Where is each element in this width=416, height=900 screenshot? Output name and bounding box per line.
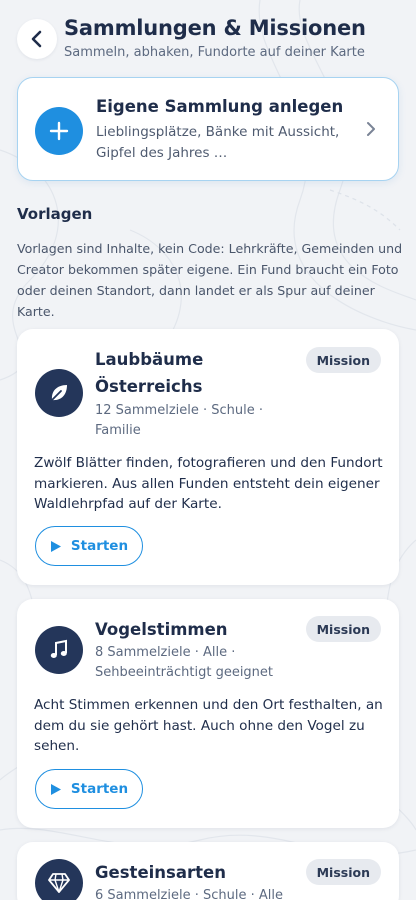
template-meta: 12 Sammelziele · Schule · Familie <box>95 403 264 438</box>
template-meta: 8 Sammelziele · Alle · Sehbeeinträchtigt… <box>95 645 274 680</box>
create-collection-description: Lieblingsplätze, Bänke mit Aussicht, Gip… <box>96 124 340 161</box>
back-button[interactable] <box>17 19 57 59</box>
plus-icon <box>35 107 83 155</box>
template-card[interactable]: Gesteinsarten 6 Sammelziele · Schule · A… <box>17 842 399 900</box>
template-card[interactable]: Vogelstimmen 8 Sammelziele · Alle · Sehb… <box>17 599 399 828</box>
chevron-left-icon <box>31 30 42 48</box>
section-title: Vorlagen <box>17 205 93 223</box>
template-meta: 6 Sammelziele · Schule · Alle <box>95 888 283 900</box>
leaf-icon <box>35 369 83 417</box>
play-icon <box>50 783 61 795</box>
chevron-right-icon <box>367 122 375 136</box>
start-button-label: Starten <box>70 538 129 554</box>
mission-badge: Mission <box>305 616 381 642</box>
start-button[interactable]: Starten <box>35 526 143 566</box>
collections-screen: Sammlungen & Missionen Sammeln, abhaken,… <box>0 0 416 900</box>
create-collection-title: Eigene Sammlung anlegen <box>96 97 344 116</box>
create-collection-card[interactable]: Eigene Sammlung anlegen Lieblingsplätze,… <box>17 77 399 181</box>
diamond-icon <box>35 859 83 900</box>
section-description: Vorlagen sind Inhalte, kein Code: Lehrkr… <box>17 241 403 319</box>
header: Sammlungen & Missionen Sammeln, abhaken,… <box>17 16 399 67</box>
page-title: Sammlungen & Missionen <box>64 16 366 40</box>
template-title: Laubbäume Österreichs <box>95 350 204 396</box>
template-title: Gesteinsarten <box>95 863 226 882</box>
template-description: Acht Stimmen erkennen und den Ort festha… <box>34 697 383 754</box>
template-description: Zwölf Blätter finden, fotografieren und … <box>34 455 383 512</box>
mission-badge: Mission <box>305 347 381 373</box>
mission-badge: Mission <box>305 859 381 885</box>
start-button[interactable]: Starten <box>35 769 143 809</box>
music-note-icon <box>35 626 83 674</box>
play-icon <box>50 540 61 552</box>
start-button-label: Starten <box>70 781 129 797</box>
template-card[interactable]: Laubbäume Österreichs 12 Sammelziele · S… <box>17 329 399 585</box>
page-subtitle: Sammeln, abhaken, Fundorte auf deiner Ka… <box>64 45 365 60</box>
template-title: Vogelstimmen <box>95 620 228 639</box>
